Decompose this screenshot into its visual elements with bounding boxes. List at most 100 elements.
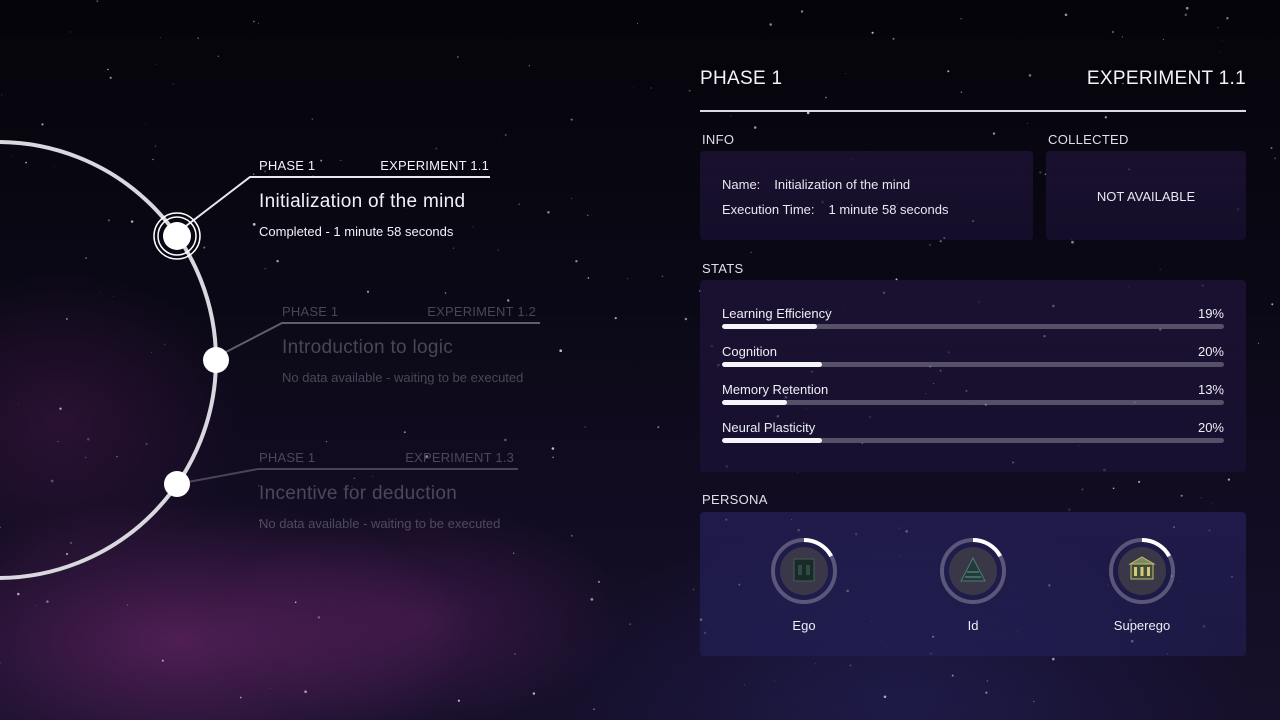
persona-id[interactable]: Id: [913, 536, 1033, 633]
star: [939, 240, 942, 243]
panel-phase: PHASE 1: [700, 68, 783, 89]
star: [1274, 157, 1277, 160]
stat-label: Neural Plasticity: [722, 420, 816, 435]
star: [985, 691, 988, 694]
dark-cabinet-icon: [793, 558, 815, 582]
star: [1052, 657, 1055, 661]
timeline-phase-1: PHASE 1: [259, 158, 316, 173]
star: [769, 23, 772, 26]
star: [750, 251, 752, 254]
stat-value: 20%: [1197, 420, 1224, 435]
star: [1227, 478, 1231, 481]
star: [800, 10, 804, 13]
star: [1027, 122, 1028, 124]
star: [1226, 17, 1229, 20]
collected-card: NOT AVAILABLE: [1046, 151, 1246, 240]
timeline-status-1: Completed - 1 minute 58 seconds: [259, 224, 454, 239]
info-time-row: Execution Time: 1 minute 58 seconds: [722, 202, 948, 217]
info-name-value: Initialization of the mind: [774, 177, 911, 192]
star: [1104, 116, 1108, 119]
star: [1184, 13, 1188, 17]
timeline-title-1: Initialization of the mind: [259, 191, 466, 212]
star: [960, 18, 962, 20]
timeline-experiment-1: EXPERIMENT 1.1: [380, 158, 489, 173]
stat-value: 19%: [1197, 306, 1224, 321]
star: [1138, 480, 1141, 483]
timeline-node-1[interactable]: [153, 212, 201, 260]
timeline-title-3: Incentive for deduction: [259, 483, 458, 504]
timeline-node-2[interactable]: [203, 347, 229, 373]
star: [1217, 27, 1219, 29]
timeline-status-3: No data available - waiting to be execut…: [259, 516, 501, 531]
star: [650, 87, 652, 89]
star: [657, 426, 660, 429]
star: [1220, 51, 1222, 53]
persona-ring-id: [940, 538, 1006, 604]
stat-label: Cognition: [722, 344, 777, 359]
persona-superego[interactable]: Superego: [1082, 536, 1202, 633]
timeline-node-3[interactable]: [164, 471, 190, 497]
stat-learning-efficiency: Learning Efficiency 19%: [722, 306, 1224, 329]
stat-value: 13%: [1197, 382, 1224, 397]
star: [688, 89, 691, 92]
star: [928, 243, 932, 247]
stat-bar-fill: [722, 400, 788, 405]
star: [1271, 303, 1274, 306]
star: [1212, 503, 1214, 505]
star: [1039, 171, 1042, 174]
star: [743, 684, 746, 686]
timeline-experiment-3: EXPERIMENT 1.3: [405, 450, 514, 465]
panel-experiment: EXPERIMENT 1.1: [1086, 68, 1246, 89]
info-card: Name: Initialization of the mind Executio…: [700, 151, 1033, 240]
star: [1159, 268, 1161, 271]
orbit-ring: [0, 140, 218, 580]
star: [661, 275, 664, 278]
experiment-orbit: [0, 140, 540, 580]
collected-value: NOT AVAILABLE: [1096, 189, 1196, 204]
stat-bar: [722, 324, 1224, 329]
stats-section-label: STATS: [702, 261, 744, 276]
timeline-phase-3: PHASE 1: [259, 450, 316, 465]
stat-bar: [722, 400, 1224, 405]
persona-label: Superego: [1113, 618, 1171, 633]
timeline-experiment-2: EXPERIMENT 1.2: [427, 304, 536, 319]
star: [1112, 487, 1115, 490]
star: [883, 695, 887, 699]
info-section-label: INFO: [702, 132, 735, 147]
star: [865, 144, 866, 146]
persona-ring-ego: [771, 538, 837, 604]
star: [1121, 36, 1123, 38]
connector-line-3: [187, 468, 518, 483]
star: [753, 126, 757, 129]
star: [773, 680, 776, 682]
timeline-phase-2: PHASE 1: [282, 304, 339, 319]
star: [1071, 240, 1074, 244]
star: [986, 680, 989, 682]
stats-card: Learning Efficiency 19% Cognition 20% Me…: [700, 280, 1246, 472]
stat-value: 20%: [1197, 344, 1224, 359]
star: [849, 664, 852, 667]
stat-bar: [722, 438, 1224, 443]
star: [684, 317, 688, 321]
star: [1257, 342, 1260, 344]
stat-bar-fill: [722, 324, 818, 329]
timeline-title-2: Introduction to logic: [282, 337, 454, 358]
stat-label: Memory Retention: [722, 382, 829, 397]
persona-ego[interactable]: Ego: [744, 536, 864, 633]
star: [1068, 508, 1071, 511]
info-name-key: Name:: [722, 177, 761, 192]
stat-neural-plasticity: Neural Plasticity 20%: [722, 420, 1224, 443]
persona-label: Id: [967, 618, 979, 633]
stat-memory-retention: Memory Retention 13%: [722, 382, 1224, 405]
persona-label: Ego: [792, 618, 816, 633]
stat-bar-fill: [722, 362, 823, 367]
info-time-key: Execution Time:: [722, 202, 815, 217]
star: [1081, 488, 1084, 491]
stat-label: Learning Efficiency: [722, 306, 832, 321]
info-time-value: 1 minute 58 seconds: [828, 202, 949, 217]
star: [871, 31, 874, 34]
stat-cognition: Cognition 20%: [722, 344, 1224, 367]
star: [1162, 38, 1165, 41]
star: [1033, 701, 1035, 702]
star: [730, 115, 732, 117]
